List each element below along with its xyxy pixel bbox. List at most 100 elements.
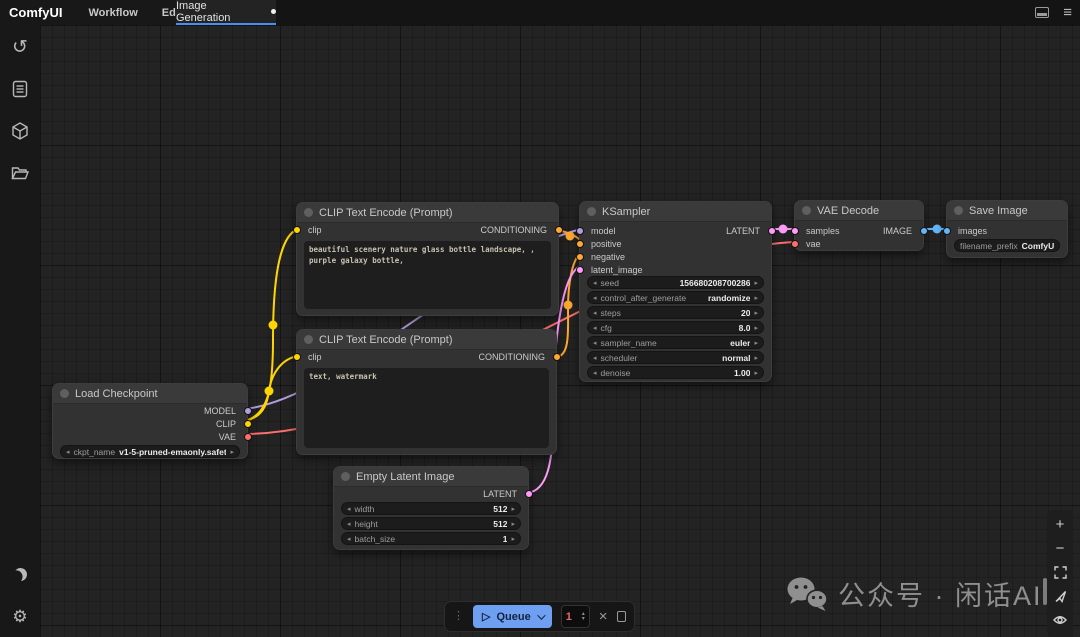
tab-image-generation[interactable]: Image Generation bbox=[176, 0, 276, 25]
input-images[interactable]: images bbox=[947, 224, 1067, 237]
cfg-widget[interactable]: ◂ cfg 8.0 ▸ bbox=[587, 321, 764, 334]
settings-gear-icon[interactable]: ⚙ bbox=[0, 601, 40, 631]
node-empty-latent-image[interactable]: Empty Latent Image LATENT ◂ width 512 ▸ … bbox=[333, 466, 529, 550]
next-arrow-icon[interactable]: ▸ bbox=[511, 520, 515, 528]
conditioning-port-icon[interactable] bbox=[555, 226, 563, 234]
node-title[interactable]: Empty Latent Image bbox=[334, 467, 528, 487]
prev-arrow-icon[interactable]: ◂ bbox=[593, 354, 597, 362]
prompt-textarea[interactable]: beautiful scenery nature glass bottle la… bbox=[304, 241, 551, 309]
node-title[interactable]: VAE Decode bbox=[795, 201, 923, 221]
node-ksampler[interactable]: KSampler model positive negative latent_… bbox=[579, 201, 772, 382]
link-dot[interactable] bbox=[566, 232, 575, 241]
collapse-dot-icon[interactable] bbox=[304, 208, 313, 217]
link-dot[interactable] bbox=[564, 301, 573, 310]
prev-arrow-icon[interactable]: ◂ bbox=[593, 339, 597, 347]
prev-arrow-icon[interactable]: ◂ bbox=[347, 535, 351, 543]
prev-arrow-icon[interactable]: ◂ bbox=[593, 324, 597, 332]
seed-widget[interactable]: ◂ seed 156680208700286 ▸ bbox=[587, 276, 764, 289]
ckpt-name-widget[interactable]: ◂ ckpt_name v1-5-pruned-emaonly.safete..… bbox=[60, 445, 240, 458]
output-latent[interactable]: LATENT bbox=[334, 487, 528, 500]
node-title[interactable]: Load Checkpoint bbox=[53, 384, 247, 404]
model-library-icon[interactable] bbox=[0, 116, 40, 146]
link-dot[interactable] bbox=[779, 225, 788, 234]
prev-arrow-icon[interactable]: ◂ bbox=[66, 448, 70, 456]
output-latent[interactable]: LATENT bbox=[691, 224, 771, 237]
clip-port-icon[interactable] bbox=[293, 226, 301, 234]
next-arrow-icon[interactable]: ▸ bbox=[754, 324, 758, 332]
conditioning-port-icon[interactable] bbox=[553, 353, 561, 361]
link-dot[interactable] bbox=[269, 321, 278, 330]
next-arrow-icon[interactable]: ▸ bbox=[754, 294, 758, 302]
latent-port-icon[interactable] bbox=[525, 490, 533, 498]
node-title[interactable]: CLIP Text Encode (Prompt) bbox=[297, 203, 558, 223]
output-clip[interactable]: CLIP bbox=[53, 417, 247, 430]
clip-port-icon[interactable] bbox=[293, 353, 301, 361]
count-decrement-icon[interactable]: ▾ bbox=[582, 617, 585, 622]
collapse-dot-icon[interactable] bbox=[304, 335, 313, 344]
prev-arrow-icon[interactable]: ◂ bbox=[347, 505, 351, 513]
theme-toggle-icon[interactable] bbox=[0, 559, 40, 589]
zoom-out-icon[interactable]: − bbox=[1048, 536, 1072, 560]
next-arrow-icon[interactable]: ▸ bbox=[754, 369, 758, 377]
steps-widget[interactable]: ◂ steps 20 ▸ bbox=[587, 306, 764, 319]
input-vae[interactable]: vae bbox=[795, 237, 923, 250]
node-vae-decode[interactable]: VAE Decode samples IMAGE vae bbox=[794, 200, 924, 251]
prev-arrow-icon[interactable]: ◂ bbox=[593, 309, 597, 317]
collapse-dot-icon[interactable] bbox=[341, 472, 350, 481]
collapse-dot-icon[interactable] bbox=[954, 206, 963, 215]
batch-size-widget[interactable]: ◂ batch_size 1 ▸ bbox=[341, 532, 521, 545]
node-library-icon[interactable] bbox=[0, 74, 40, 104]
workflows-folder-icon[interactable] bbox=[0, 158, 40, 188]
node-load-checkpoint[interactable]: Load Checkpoint MODEL CLIP VAE ◂ ckpt_na… bbox=[52, 383, 248, 459]
collapse-dot-icon[interactable] bbox=[60, 389, 69, 398]
node-save-image[interactable]: Save Image images filename_prefix ComfyU… bbox=[946, 200, 1068, 258]
conditioning-port-icon[interactable] bbox=[576, 253, 584, 261]
next-arrow-icon[interactable]: ▸ bbox=[754, 309, 758, 317]
hamburger-menu-icon[interactable]: ≡ bbox=[1063, 5, 1072, 20]
canvas-scrollbar[interactable] bbox=[1043, 578, 1047, 605]
select-mode-icon[interactable] bbox=[1048, 584, 1072, 608]
queue-dropdown-chevron-icon[interactable] bbox=[537, 611, 545, 619]
drag-handle-icon[interactable]: ⋮ bbox=[453, 611, 464, 622]
input-positive[interactable]: positive bbox=[580, 237, 771, 250]
width-widget[interactable]: ◂ width 512 ▸ bbox=[341, 502, 521, 515]
collapse-dot-icon[interactable] bbox=[802, 206, 811, 215]
height-widget[interactable]: ◂ height 512 ▸ bbox=[341, 517, 521, 530]
control-after-generate-widget[interactable]: ◂ control_after_generate randomize ▸ bbox=[587, 291, 764, 304]
vae-port-icon[interactable] bbox=[791, 240, 799, 248]
next-arrow-icon[interactable]: ▸ bbox=[754, 339, 758, 347]
node-clip-text-encode-negative[interactable]: CLIP Text Encode (Prompt) clip CONDITION… bbox=[296, 329, 557, 455]
scheduler-widget[interactable]: ◂ scheduler normal ▸ bbox=[587, 351, 764, 364]
batch-count-input[interactable]: 1 ▴ ▾ bbox=[561, 605, 590, 628]
vae-port-icon[interactable] bbox=[244, 433, 252, 441]
prev-arrow-icon[interactable]: ◂ bbox=[347, 520, 351, 528]
next-arrow-icon[interactable]: ▸ bbox=[754, 354, 758, 362]
queue-button[interactable]: ▷ Queue bbox=[473, 605, 552, 628]
input-negative[interactable]: negative bbox=[580, 250, 771, 263]
fit-view-icon[interactable] bbox=[1048, 560, 1072, 584]
clear-queue-icon[interactable]: × bbox=[599, 609, 608, 624]
toggle-panel-icon[interactable] bbox=[1035, 7, 1049, 18]
link-dot[interactable] bbox=[265, 387, 274, 396]
clip-port-icon[interactable] bbox=[244, 420, 252, 428]
collapse-dot-icon[interactable] bbox=[587, 207, 596, 216]
node-clip-text-encode-positive[interactable]: CLIP Text Encode (Prompt) clip CONDITION… bbox=[296, 202, 559, 316]
input-latent-image[interactable]: latent_image bbox=[580, 263, 771, 276]
model-port-icon[interactable] bbox=[244, 407, 252, 415]
next-arrow-icon[interactable]: ▸ bbox=[754, 279, 758, 287]
prompt-textarea[interactable]: text, watermark bbox=[304, 368, 549, 448]
image-port-icon[interactable] bbox=[943, 227, 951, 235]
link-dot[interactable] bbox=[933, 225, 942, 234]
image-port-icon[interactable] bbox=[920, 227, 928, 235]
zoom-in-icon[interactable]: + bbox=[1048, 512, 1072, 536]
prev-arrow-icon[interactable]: ◂ bbox=[593, 294, 597, 302]
model-port-icon[interactable] bbox=[576, 227, 584, 235]
node-title[interactable]: KSampler bbox=[580, 202, 771, 222]
denoise-widget[interactable]: ◂ denoise 1.00 ▸ bbox=[587, 366, 764, 379]
history-icon[interactable]: ↺ bbox=[0, 32, 40, 62]
next-arrow-icon[interactable]: ▸ bbox=[511, 505, 515, 513]
conditioning-port-icon[interactable] bbox=[576, 240, 584, 248]
next-arrow-icon[interactable]: ▸ bbox=[230, 448, 234, 456]
menu-workflow[interactable]: Workflow bbox=[76, 7, 149, 19]
latent-port-icon[interactable] bbox=[768, 227, 776, 235]
